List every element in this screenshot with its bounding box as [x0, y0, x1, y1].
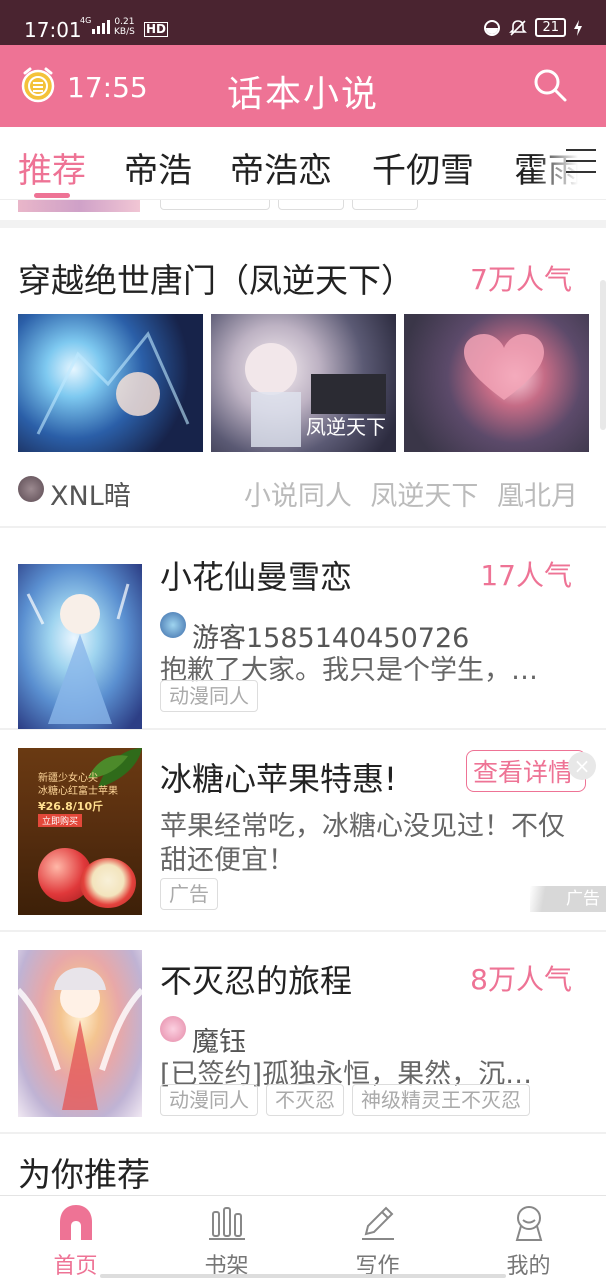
featured-popularity: 7万人气: [470, 263, 572, 296]
author-avatar[interactable]: [160, 1016, 186, 1042]
ad-badge-label: 广告: [566, 889, 600, 909]
author-avatar[interactable]: [18, 476, 44, 502]
network-speed: 0.21 KB/S: [114, 17, 135, 37]
ad-image-line: 新疆少女心尖: [38, 773, 98, 784]
app-title: 话本小说: [226, 74, 379, 115]
novel-card[interactable]: 小花仙曼雪恋 17人气 游客1585140450726 抱歉了大家。我只是个学生…: [0, 530, 606, 730]
featured-card[interactable]: 穿越绝世唐门（凤逆天下） 7万人气 凤逆天下 XNL暗 小说同人 凤逆天下 凰北…: [0, 236, 606, 528]
mode-icon: [484, 19, 501, 36]
ad-image-button: 立即购买: [38, 814, 83, 827]
tab-recommend[interactable]: 推荐: [18, 143, 86, 192]
speed-value: 0.21: [114, 17, 135, 27]
app-header: 17:55 话本小说: [0, 45, 606, 127]
previous-card-remnant: [0, 200, 606, 228]
previous-tag: [352, 200, 418, 210]
category-tabs: 推荐 帝浩 帝浩恋 千仞雪 霍雨: [0, 127, 606, 200]
featured-title: 穿越绝世唐门（凤逆天下）: [18, 261, 414, 300]
tag[interactable]: 动漫同人: [160, 680, 258, 712]
user-icon: [515, 1206, 543, 1241]
featured-author[interactable]: XNL暗: [50, 474, 131, 513]
ad-title: 冰糖心苹果特惠!: [160, 760, 397, 798]
scrollbar[interactable]: [600, 280, 606, 430]
featured-image-3[interactable]: [404, 314, 589, 452]
menu-icon[interactable]: [566, 149, 596, 175]
battery-icon: 21: [535, 18, 566, 37]
feed[interactable]: 穿越绝世唐门（凤逆天下） 7万人气 凤逆天下 XNL暗 小说同人 凤逆天下 凰北…: [0, 200, 606, 1195]
charging-icon: [574, 19, 582, 36]
ad-image-text: 新疆少女心尖 冰糖心红富士苹果: [38, 772, 118, 798]
ad-tags: 广告: [160, 878, 218, 910]
close-ad-icon[interactable]: ×: [568, 752, 596, 780]
search-icon[interactable]: [532, 67, 568, 103]
ad-image[interactable]: 新疆少女心尖 冰糖心红富士苹果 ¥26.8/10斤 立即购买: [18, 748, 142, 915]
ad-image-line: 冰糖心红富士苹果: [38, 786, 118, 797]
status-bar: 17:01 4G 0.21 KB/S HD 21: [0, 0, 606, 45]
tag[interactable]: 不灭忍: [266, 1084, 344, 1116]
image-caption: 凤逆天下: [306, 415, 386, 439]
novel-popularity: 17人气: [480, 559, 572, 592]
ad-image-price: ¥26.8/10斤: [38, 800, 104, 813]
tag[interactable]: 神级精灵王不灭忍: [352, 1084, 530, 1116]
nav-profile[interactable]: 我的: [453, 1196, 604, 1280]
novel-title: 不灭忍的旅程: [160, 962, 353, 1000]
nav-home[interactable]: 首页: [0, 1196, 151, 1280]
featured-tags: 小说同人 凤逆天下 凰北月: [243, 481, 578, 512]
featured-image-2[interactable]: 凤逆天下: [211, 314, 396, 452]
heart-graphic: [464, 334, 544, 400]
bottom-nav: 首页 书架 写作 我的: [0, 1195, 606, 1280]
ad-card[interactable]: 新疆少女心尖 冰糖心红富士苹果 ¥26.8/10斤 立即购买 冰糖心苹果特惠! …: [0, 732, 606, 932]
featured-image-1[interactable]: [18, 314, 203, 452]
tag[interactable]: 动漫同人: [160, 1084, 258, 1116]
signal-icon: [92, 20, 110, 34]
previous-tag: [278, 200, 344, 210]
tab-qianrenxue[interactable]: 千仞雪: [372, 143, 474, 192]
previous-tag: [160, 200, 270, 210]
bookshelf-icon: [209, 1207, 245, 1240]
nav-bookshelf[interactable]: 书架: [151, 1196, 302, 1280]
apple-slice-graphic: [80, 858, 136, 908]
anime-character-art: [36, 331, 190, 435]
mute-bell-icon: [509, 19, 528, 36]
featured-images: 凤逆天下: [18, 314, 589, 452]
author-avatar[interactable]: [160, 612, 186, 638]
nav-write[interactable]: 写作: [302, 1196, 453, 1280]
gesture-bar: [100, 1274, 506, 1278]
section-title: 为你推荐: [18, 1155, 150, 1194]
hd-icon: HD: [144, 22, 169, 37]
previous-cover: [18, 200, 140, 212]
pencil-icon: [362, 1206, 394, 1240]
novel-cover[interactable]: [18, 564, 142, 729]
active-tab-indicator: [34, 193, 70, 198]
novel-cover[interactable]: [18, 950, 142, 1117]
network-type: 4G: [80, 16, 92, 25]
status-right: 21: [483, 18, 582, 37]
novel-tags: 动漫同人 不灭忍 神级精灵王不灭忍: [160, 1084, 530, 1116]
tab-dihao[interactable]: 帝浩: [124, 143, 192, 192]
novel-popularity: 8万人气: [470, 963, 572, 996]
novel-title: 小花仙曼雪恋: [160, 558, 353, 596]
speed-unit: KB/S: [114, 27, 135, 37]
home-icon: [60, 1205, 92, 1240]
novel-tags: 动漫同人: [160, 680, 258, 712]
status-time: 17:01: [24, 18, 82, 42]
anime-character-art: [26, 583, 130, 724]
ad-tag: 广告: [160, 878, 218, 910]
tab-dihaolian[interactable]: 帝浩恋: [230, 143, 332, 192]
novel-card[interactable]: 不灭忍的旅程 8万人气 魔钰 [已签约]孤独永恒，果然，沉… 动漫同人 不灭忍 …: [0, 934, 606, 1134]
ad-badge: 广告: [530, 886, 606, 912]
anime-character-art: [18, 967, 142, 1110]
ad-description-line-2: 甜还便宜！: [160, 845, 295, 876]
